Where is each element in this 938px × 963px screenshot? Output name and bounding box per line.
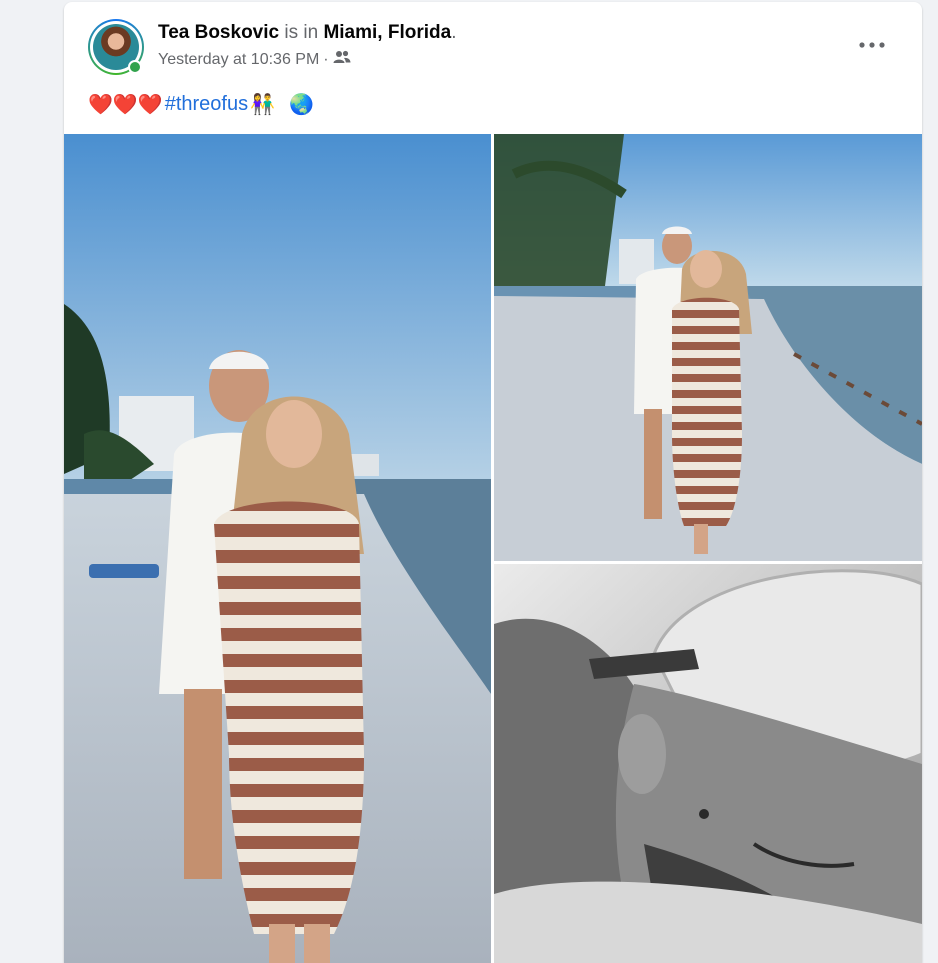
globe-emoji: 🌏 [289,94,314,116]
timestamp-link[interactable]: Yesterday at 10:36 PM [158,51,319,69]
author-name-link[interactable]: Tea Boskovic [158,22,279,43]
online-status-icon [128,60,142,74]
title-period: . [451,22,457,43]
post-header: Tea Boskovic is in Miami, Florida. Yeste… [64,2,922,134]
hashtag-link[interactable]: #threofus [165,93,248,116]
post-card: Tea Boskovic is in Miami, Florida. Yeste… [64,2,922,963]
is-in-text: is in [284,22,319,43]
couple-emoji: 👫 [250,94,276,116]
location-link[interactable]: Miami, Florida [323,22,451,43]
photo-couple-beach-walk[interactable] [494,134,922,561]
meta-separator: · [323,50,329,68]
photo-grid [64,134,922,963]
hearts-emoji: ❤️❤️❤️ [88,94,163,116]
post-meta: Yesterday at 10:36 PM · [158,50,351,69]
post-title-line: Tea Boskovic is in Miami, Florida. [158,22,456,44]
more-options-button[interactable] [854,30,890,60]
photo-bw-kiss-closeup[interactable] [494,564,922,963]
friends-icon[interactable] [333,50,351,69]
post-text: ❤️❤️❤️ #threofus 👫 🌏 [88,92,314,117]
photo-couple-beach-portrait[interactable] [64,134,491,963]
more-horizontal-icon [859,42,885,48]
